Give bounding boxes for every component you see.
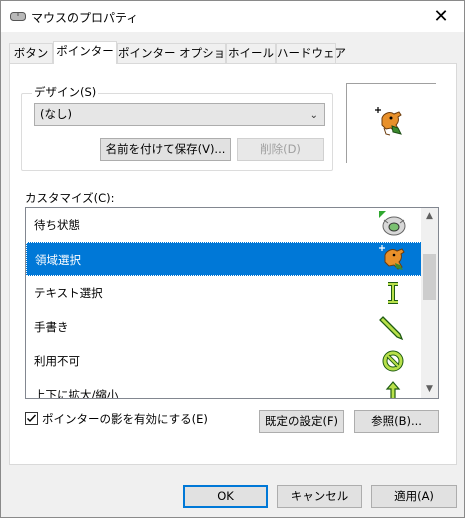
precision-select-icon	[375, 107, 402, 136]
apply-button[interactable]: 適用(A)	[371, 485, 457, 508]
list-item-label: 待ち状態	[34, 218, 80, 232]
window-title: マウスのプロパティ	[31, 11, 139, 25]
tab-wheel[interactable]: ホイール	[226, 43, 276, 63]
cancel-button[interactable]: キャンセル	[277, 485, 362, 508]
list-item[interactable]: テキスト選択	[26, 276, 422, 310]
save-as-button[interactable]: 名前を付けて保存(V)...	[100, 138, 231, 161]
list-item[interactable]: 手書き	[26, 310, 422, 344]
tab-buttons[interactable]: ボタン	[9, 43, 53, 63]
handwriting-icon	[379, 316, 404, 341]
list-item-label: テキスト選択	[34, 286, 103, 300]
use-default-button[interactable]: 既定の設定(F)	[259, 410, 344, 433]
checkmark-icon	[27, 414, 37, 423]
vertical-resize-icon	[385, 381, 401, 398]
tab-hardware[interactable]: ハードウェア	[276, 43, 346, 63]
scroll-up-icon[interactable]: ▲	[421, 208, 438, 225]
scroll-down-icon[interactable]: ▼	[421, 381, 438, 398]
browse-button[interactable]: 参照(B)...	[354, 410, 439, 433]
customize-label: カスタマイズ(C):	[25, 191, 115, 205]
title-bar: マウスのプロパティ ✕	[1, 1, 464, 32]
list-item[interactable]: 待ち状態	[26, 208, 422, 242]
list-item-label: 利用不可	[34, 354, 80, 368]
chevron-down-icon: ⌄	[309, 110, 318, 121]
list-item-label: 領域選択	[35, 253, 81, 267]
scroll-thumb[interactable]	[423, 254, 436, 300]
mouse-properties-window: マウスのプロパティ ✕ ボタン ポインター ポインター オプション ホイール ハ…	[0, 0, 465, 518]
list-item-label: 上下に拡大/縮小	[34, 388, 119, 399]
shadow-checkbox[interactable]	[25, 412, 38, 425]
design-label: デザイン(S)	[32, 84, 99, 100]
tab-pointer-options[interactable]: ポインター オプション	[117, 43, 237, 63]
list-item-label: 手書き	[34, 320, 69, 334]
shadow-checkbox-label: ポインターの影を有効にする(E)	[42, 412, 208, 426]
list-item[interactable]: 利用不可	[26, 344, 422, 378]
text-select-icon	[388, 282, 398, 304]
tab-pointers[interactable]: ポインター	[53, 41, 117, 64]
ok-button[interactable]: OK	[183, 485, 268, 508]
busy-cursor-icon	[379, 211, 406, 236]
mouse-icon	[10, 12, 26, 21]
list-item[interactable]: 上下に拡大/縮小	[26, 378, 422, 399]
list-item[interactable]: 領域選択	[26, 242, 422, 276]
close-icon: ✕	[433, 6, 449, 27]
list-scrollbar[interactable]: ▲ ▼	[421, 208, 438, 398]
cursor-list[interactable]: 待ち状態 領域選択 テキスト選択 手書き 利用不可 上下に拡大/縮小 ▲ ▼	[25, 207, 439, 399]
precision-select-icon	[379, 245, 405, 270]
cursor-preview	[346, 83, 436, 163]
unavailable-icon	[382, 350, 404, 372]
close-button[interactable]: ✕	[418, 1, 464, 32]
delete-button[interactable]: 削除(D)	[237, 138, 324, 161]
scheme-select[interactable]: (なし) ⌄	[34, 103, 325, 126]
scheme-selected-value: (なし)	[40, 107, 72, 121]
